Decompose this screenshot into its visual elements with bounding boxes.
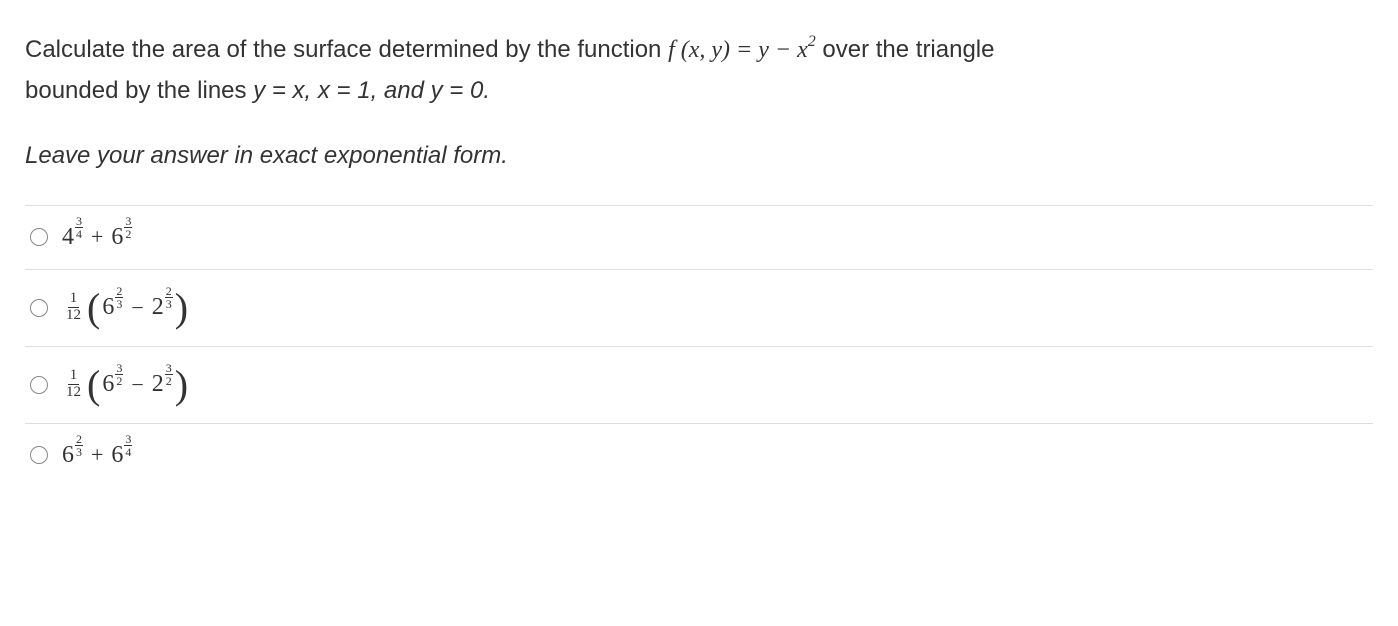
question-line2-part1: bounded by the lines <box>25 77 253 104</box>
option-c-coef-num: 1 <box>68 368 80 385</box>
option-d-term2-exp-num: 3 <box>124 433 132 446</box>
option-d-term1-base: 6 <box>62 442 74 469</box>
question-text: Calculate the area of the surface determ… <box>25 30 1373 112</box>
instruction-text: Leave your answer in exact exponential f… <box>25 142 1373 170</box>
fn-args: (x, y) = y − x <box>675 37 808 63</box>
question-line1-part2: over the triangle <box>816 36 995 63</box>
option-c-term2-exp-den: 2 <box>165 375 173 387</box>
option-b-term2-exp-den: 3 <box>165 298 173 310</box>
option-d-expr: 6 2 3 + 6 3 4 <box>62 442 132 469</box>
option-c-term1-exp-den: 2 <box>115 375 123 387</box>
option-a-term1-exp-num: 3 <box>75 215 83 228</box>
option-d-op: + <box>91 442 103 468</box>
option-b-term1-exp-den: 3 <box>115 298 123 310</box>
answer-option-d[interactable]: 6 2 3 + 6 3 4 <box>25 424 1373 487</box>
option-a-term1-exp-den: 4 <box>75 228 83 240</box>
option-a-term2-exp-den: 2 <box>124 228 132 240</box>
option-a-op: + <box>91 224 103 250</box>
answer-option-c[interactable]: 1 12 ( 6 3 2 − 2 3 2 ) <box>25 347 1373 424</box>
question-line1-part1: Calculate the area of the surface determ… <box>25 36 668 63</box>
option-b-coef-den: 12 <box>64 308 83 324</box>
bounds-text: y = x, x = 1, and y = 0. <box>253 77 490 104</box>
answer-option-b[interactable]: 1 12 ( 6 2 3 − 2 2 3 ) <box>25 270 1373 347</box>
radio-icon[interactable] <box>30 376 48 394</box>
option-c-term1-base: 6 <box>102 371 114 398</box>
option-d-term2-base: 6 <box>111 442 123 469</box>
option-c-op: − <box>131 372 143 398</box>
option-b-expr: 1 12 ( 6 2 3 − 2 2 3 ) <box>62 288 188 328</box>
open-paren-icon: ( <box>87 365 100 405</box>
option-d-term2-exp-den: 4 <box>124 446 132 458</box>
option-b-op: − <box>131 295 143 321</box>
option-b-coef-num: 1 <box>68 291 80 308</box>
radio-icon[interactable] <box>30 446 48 464</box>
close-paren-icon: ) <box>175 365 188 405</box>
option-c-expr: 1 12 ( 6 3 2 − 2 3 2 ) <box>62 365 188 405</box>
option-d-term1-exp-num: 2 <box>75 433 83 446</box>
option-c-coef-den: 12 <box>64 385 83 401</box>
fn-f: f <box>668 37 675 63</box>
close-paren-icon: ) <box>175 288 188 328</box>
option-a-term2-exp-num: 3 <box>124 215 132 228</box>
option-a-expr: 4 3 4 + 6 3 2 <box>62 224 132 251</box>
radio-icon[interactable] <box>30 228 48 246</box>
option-d-term1-exp-den: 3 <box>75 446 83 458</box>
option-b-term2-base: 2 <box>152 294 164 321</box>
fn-exp: 2 <box>808 33 816 50</box>
open-paren-icon: ( <box>87 288 100 328</box>
option-c-term2-base: 2 <box>152 371 164 398</box>
option-b-term1-base: 6 <box>102 294 114 321</box>
option-a-term1-base: 4 <box>62 224 74 251</box>
option-a-term2-base: 6 <box>111 224 123 251</box>
answer-option-a[interactable]: 4 3 4 + 6 3 2 <box>25 206 1373 270</box>
radio-icon[interactable] <box>30 299 48 317</box>
answer-list: 4 3 4 + 6 3 2 1 12 ( <box>25 205 1373 487</box>
